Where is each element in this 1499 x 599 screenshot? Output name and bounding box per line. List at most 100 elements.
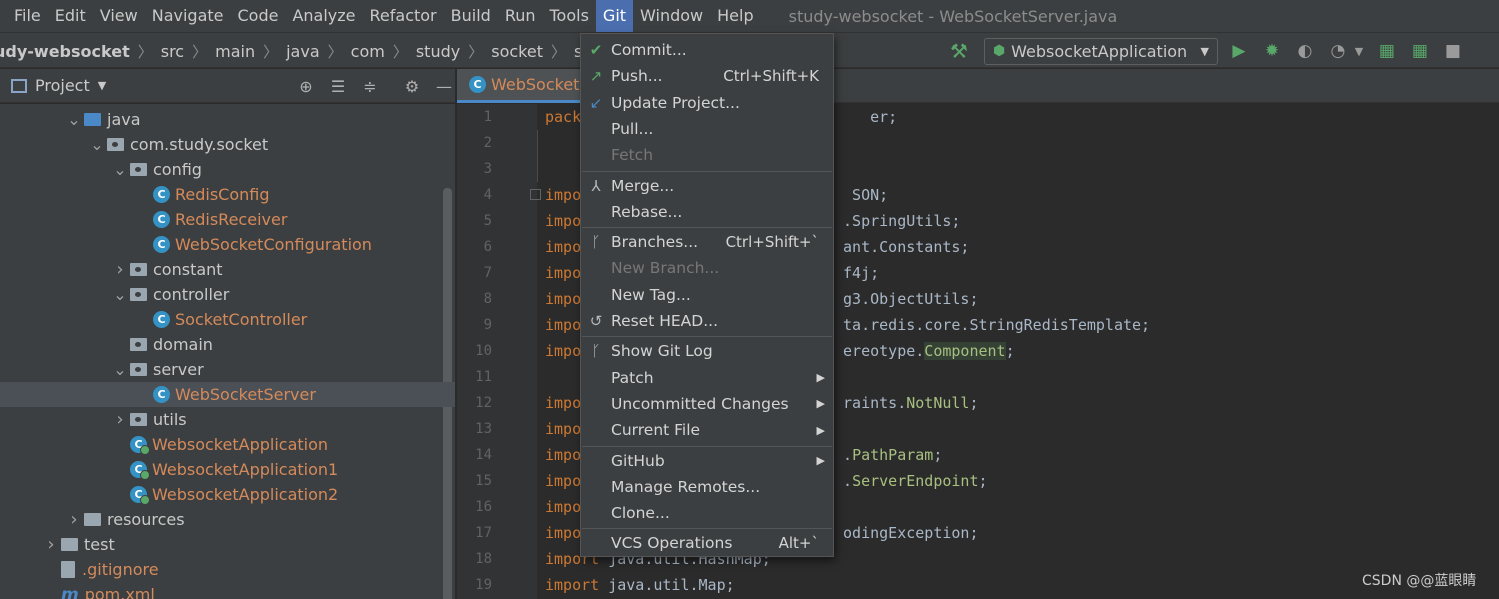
expand-right-icon[interactable]: ›: [110, 259, 130, 280]
git-menu-item-patch[interactable]: Patch ▶: [581, 365, 833, 391]
editor-tab-label: WebSocketS: [491, 75, 590, 94]
fold-marker-icon[interactable]: [530, 189, 541, 200]
breadcrumb-item[interactable]: main: [215, 42, 255, 61]
tree-item[interactable]: ⌄ com.study.socket: [0, 132, 455, 157]
keyword-token: impo: [545, 186, 582, 204]
breadcrumb-item[interactable]: com: [351, 42, 385, 61]
submenu-arrow-icon: ▶: [816, 397, 825, 411]
settings-gear-icon[interactable]: ⚙: [396, 77, 428, 96]
git-menu-item-show-git-log[interactable]: ᚴ Show Git Log: [581, 338, 833, 364]
build-hammer-icon[interactable]: ⚒: [950, 39, 968, 63]
tree-item[interactable]: ⌄ controller: [0, 282, 455, 307]
debug-bug-icon[interactable]: ✹: [1260, 41, 1284, 61]
tree-item[interactable]: C RedisReceiver: [0, 207, 455, 232]
tree-item[interactable]: › resources: [0, 507, 455, 532]
run-icon[interactable]: ▶: [1227, 41, 1251, 61]
menu-git[interactable]: Git: [595, 0, 634, 32]
breadcrumb-item[interactable]: src: [161, 42, 184, 61]
profile-icon[interactable]: ◔: [1326, 41, 1350, 61]
line-number: 12: [475, 395, 492, 411]
menu-window[interactable]: Window: [633, 0, 710, 32]
expand-right-icon[interactable]: ›: [110, 409, 130, 430]
menu-tools[interactable]: Tools: [543, 0, 596, 32]
expand-all-icon[interactable]: ☰: [322, 77, 354, 96]
tree-item[interactable]: › utils: [0, 407, 455, 432]
line-number: 4: [483, 187, 492, 203]
package-icon: [130, 338, 147, 351]
tree-item[interactable]: C SocketController: [0, 307, 455, 332]
expand-down-icon[interactable]: ⌄: [110, 285, 130, 304]
build-icon[interactable]: ▦: [1375, 41, 1399, 61]
git-menu-item-fetch: Fetch: [581, 142, 833, 168]
git-menu-item-uncommitted-changes[interactable]: Uncommitted Changes ▶: [581, 391, 833, 417]
tree-item[interactable]: m pom.xml: [0, 582, 455, 599]
tree-item-label: WebSocketServer: [175, 385, 316, 404]
keyword-token: pack: [545, 108, 582, 126]
git-menu-item-update-project[interactable]: ↙ Update Project...: [581, 90, 833, 116]
line-number: 19: [475, 577, 492, 593]
keyword-token: impo: [545, 316, 582, 334]
menu-run[interactable]: Run: [498, 0, 543, 32]
menu-edit[interactable]: Edit: [48, 0, 93, 32]
tree-item[interactable]: domain: [0, 332, 455, 357]
tree-item[interactable]: .gitignore: [0, 557, 455, 582]
keyword-token: impo: [545, 446, 582, 464]
git-menu-item-github[interactable]: GitHub ▶: [581, 448, 833, 474]
menu-file[interactable]: File: [0, 0, 48, 32]
expand-down-icon[interactable]: ⌄: [110, 360, 130, 379]
git-menu-item-reset-head[interactable]: ↺ Reset HEAD...: [581, 308, 833, 334]
tree-item[interactable]: C WebSocketConfiguration: [0, 232, 455, 257]
tree-item[interactable]: C WebsocketApplication1: [0, 457, 455, 482]
git-menu-item-branches[interactable]: ᚴ Branches... Ctrl+Shift+`: [581, 229, 833, 255]
git-menu-item-vcs-operations[interactable]: VCS Operations Alt+`: [581, 530, 833, 556]
rebuild-icon[interactable]: ▦: [1408, 41, 1432, 61]
run-configuration-select[interactable]: ⬢ WebsocketApplication ▼: [983, 37, 1218, 65]
project-panel-title[interactable]: Project: [35, 76, 90, 95]
menu-view[interactable]: View: [93, 0, 145, 32]
expand-down-icon[interactable]: ⌄: [110, 160, 130, 179]
breadcrumb-item[interactable]: udy-websocket: [0, 42, 130, 61]
breadcrumb-item[interactable]: study: [416, 42, 460, 61]
keyword-token: impo: [545, 420, 582, 438]
git-menu-item-current-file[interactable]: Current File ▶: [581, 417, 833, 443]
hide-panel-icon[interactable]: —: [428, 77, 460, 96]
tree-item[interactable]: ⌄ java: [0, 107, 455, 132]
coverage-icon[interactable]: ◐: [1293, 41, 1317, 61]
git-menu-item-rebase[interactable]: Rebase...: [581, 199, 833, 225]
breadcrumb-item[interactable]: java: [286, 42, 320, 61]
git-menu-item-pull[interactable]: Pull...: [581, 116, 833, 142]
collapse-all-icon[interactable]: ≑: [354, 77, 386, 96]
tree-item-label: WebsocketApplication1: [152, 460, 339, 479]
tree-item[interactable]: › constant: [0, 257, 455, 282]
tree-item[interactable]: ⌄ server: [0, 357, 455, 382]
menu-navigate[interactable]: Navigate: [145, 0, 231, 32]
git-menu-item-push[interactable]: ↗ Push... Ctrl+Shift+K: [581, 63, 833, 89]
git-menu-item-commit[interactable]: ✔ Commit...: [581, 37, 833, 63]
git-menu-item-merge[interactable]: ⅄ Merge...: [581, 173, 833, 199]
tree-item[interactable]: C WebSocketServer: [0, 382, 455, 407]
breadcrumb-item[interactable]: socket: [491, 42, 543, 61]
chevron-down-icon[interactable]: ▼: [98, 79, 106, 92]
expand-right-icon[interactable]: ›: [41, 534, 61, 555]
stop-icon[interactable]: ■: [1441, 41, 1465, 61]
menu-analyze[interactable]: Analyze: [285, 0, 362, 32]
git-menu-item-clone[interactable]: Clone...: [581, 500, 833, 526]
menu-help[interactable]: Help: [710, 0, 760, 32]
expand-down-icon[interactable]: ⌄: [87, 135, 107, 154]
expand-right-icon[interactable]: ›: [64, 509, 84, 530]
more-run-options-icon[interactable]: ▼: [1352, 45, 1366, 58]
menu-code[interactable]: Code: [231, 0, 286, 32]
menu-refactor[interactable]: Refactor: [363, 0, 444, 32]
menu-build[interactable]: Build: [444, 0, 498, 32]
git-menu-item-new-tag[interactable]: New Tag...: [581, 282, 833, 308]
tree-item[interactable]: C RedisConfig: [0, 182, 455, 207]
git-menu-item-manage-remotes[interactable]: Manage Remotes...: [581, 474, 833, 500]
git-menu-item-label: Clone...: [611, 504, 670, 523]
tree-item[interactable]: ⌄ config: [0, 157, 455, 182]
tree-item[interactable]: C WebsocketApplication2: [0, 482, 455, 507]
expand-down-icon[interactable]: ⌄: [64, 110, 84, 129]
git-menu-item-label: Reset HEAD...: [611, 312, 718, 330]
tree-item[interactable]: › test: [0, 532, 455, 557]
locate-target-icon[interactable]: ⊕: [290, 77, 322, 96]
tree-item[interactable]: C WebsocketApplication: [0, 432, 455, 457]
